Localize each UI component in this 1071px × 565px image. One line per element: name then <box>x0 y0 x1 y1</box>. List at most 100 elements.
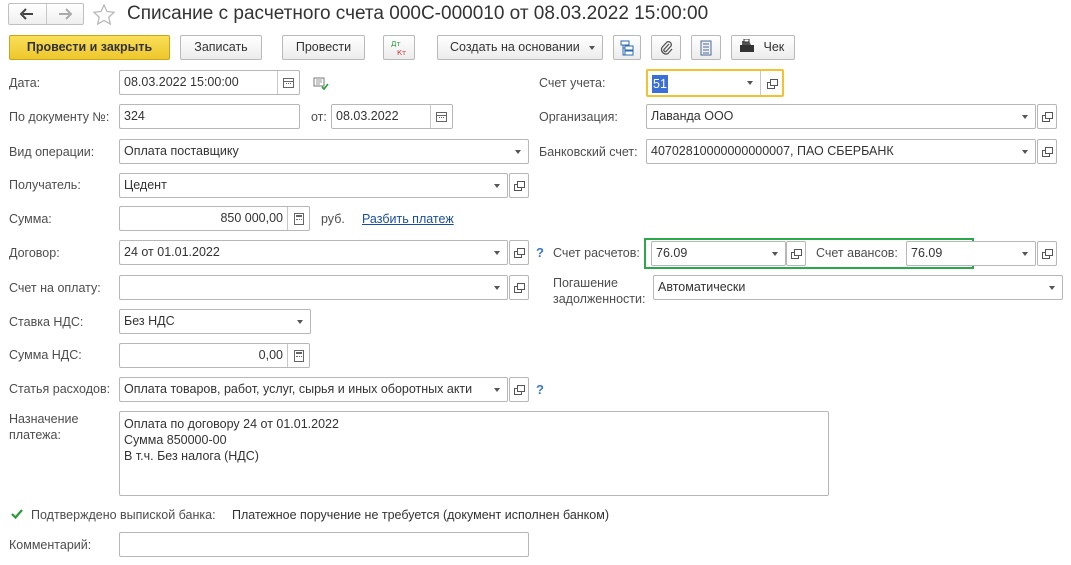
invoice-dropdown[interactable] <box>487 276 507 299</box>
amount-input[interactable]: 850 000,00 <box>119 206 310 231</box>
chevron-down-icon <box>494 285 500 290</box>
bank-account-open-button[interactable] <box>1037 139 1057 164</box>
debt-repayment-select[interactable]: Автоматически <box>653 275 1063 300</box>
debt-repayment-label-line2: задолженности: <box>553 292 646 306</box>
chevron-down-icon <box>1049 285 1055 290</box>
contract-open-button[interactable] <box>509 240 529 265</box>
currency-label: руб. <box>321 212 345 226</box>
payment-purpose-textarea[interactable]: Оплата по договору 24 от 01.01.2022 Сумм… <box>119 411 829 496</box>
amount-label: Сумма: <box>9 212 52 226</box>
doc-from-date-value: 08.03.2022 <box>336 109 399 123</box>
organization-open-button[interactable] <box>1037 104 1057 129</box>
dt-kt-top: Дт <box>391 40 401 48</box>
bank-confirmed-checkbox[interactable] <box>10 507 24 521</box>
structure-button[interactable] <box>613 35 641 60</box>
contract-select[interactable]: 24 от 01.01.2022 <box>119 240 508 265</box>
chevron-down-icon <box>297 319 303 324</box>
expense-item-value: Оплата товаров, работ, услуг, сырья и ин… <box>124 382 473 396</box>
settlement-account-dropdown[interactable] <box>765 242 785 265</box>
save-button[interactable]: Записать <box>180 35 262 60</box>
debt-repayment-label-line1: Погашение <box>553 276 618 290</box>
chevron-down-icon <box>747 81 753 85</box>
comment-input[interactable] <box>119 532 529 557</box>
post-button[interactable]: Провести <box>282 35 365 60</box>
vat-amount-calculator-button[interactable] <box>287 344 309 367</box>
chevron-down-icon <box>589 46 595 50</box>
vat-rate-dropdown[interactable] <box>290 310 310 333</box>
recipient-select[interactable]: Цедент <box>119 173 508 198</box>
organization-select[interactable]: Лаванда ООО <box>646 104 1036 129</box>
doc-number-input[interactable]: 324 <box>119 104 300 129</box>
expense-item-dropdown[interactable] <box>487 378 507 401</box>
expense-item-select[interactable]: Оплата товаров, работ, услуг, сырья и ин… <box>119 377 508 402</box>
contract-dropdown[interactable] <box>487 241 507 264</box>
settlement-account-open-button[interactable] <box>786 241 806 266</box>
receipt-button[interactable]: Чек <box>731 35 795 60</box>
invoice-open-button[interactable] <box>509 275 529 300</box>
chevron-down-icon <box>494 387 500 392</box>
dt-kt-button[interactable]: Дт Кт <box>383 35 415 60</box>
payment-purpose-label-line2: платежа: <box>9 428 61 442</box>
open-icon <box>1042 112 1053 122</box>
comment-value <box>120 533 528 556</box>
vat-rate-select[interactable]: Без НДС <box>119 309 311 334</box>
doc-number-value: 324 <box>124 109 145 123</box>
print-list-button[interactable] <box>691 35 721 60</box>
bank-account-dropdown[interactable] <box>1015 140 1035 163</box>
doc-from-calendar-button[interactable] <box>430 105 452 128</box>
settlement-account-select[interactable]: 76.09 <box>651 241 786 266</box>
account-dropdown[interactable] <box>740 71 760 95</box>
advance-account-dropdown[interactable] <box>1015 242 1035 265</box>
advance-account-select[interactable]: 76.09 <box>906 241 1036 266</box>
operation-type-select[interactable]: Оплата поставщику <box>119 139 529 164</box>
attachments-button[interactable] <box>651 35 681 60</box>
account-label: Счет учета: <box>539 76 606 90</box>
contract-value: 24 от 01.01.2022 <box>124 245 220 259</box>
doc-from-date-field[interactable]: 08.03.2022 <box>331 104 453 129</box>
invoice-label: Счет на оплату: <box>9 281 101 295</box>
history-icon[interactable] <box>313 77 329 91</box>
account-open-button[interactable] <box>760 71 782 95</box>
advance-account-open-button[interactable] <box>1037 241 1057 266</box>
open-icon <box>514 181 525 191</box>
document-list-icon <box>700 40 712 56</box>
operation-type-value: Оплата поставщику <box>124 144 239 158</box>
account-value: 51 <box>652 75 668 93</box>
vat-rate-value: Без НДС <box>124 314 175 328</box>
date-field[interactable]: 08.03.2022 15:00:00 <box>119 70 300 95</box>
calendar-icon <box>436 111 447 122</box>
bank-confirmed-note: Платежное поручение не требуется (докуме… <box>232 508 609 522</box>
contract-help-icon[interactable]: ? <box>536 245 544 260</box>
invoice-select[interactable] <box>119 275 508 300</box>
bank-confirmed-label[interactable]: Подтверждено выпиской банка: <box>31 508 216 523</box>
chevron-down-icon <box>1022 251 1028 256</box>
organization-dropdown[interactable] <box>1015 105 1035 128</box>
recipient-open-button[interactable] <box>509 173 529 198</box>
calendar-button[interactable] <box>277 71 299 94</box>
debt-repayment-dropdown[interactable] <box>1042 276 1062 299</box>
vat-amount-input[interactable]: 0,00 <box>119 343 310 368</box>
forward-button[interactable] <box>47 4 84 24</box>
split-payment-link[interactable]: Разбить платеж <box>362 212 454 226</box>
expense-item-open-button[interactable] <box>509 377 529 402</box>
operation-type-label: Вид операции: <box>9 145 95 159</box>
contract-label: Договор: <box>9 246 60 260</box>
dt-kt-icon: Дт Кт <box>391 40 406 57</box>
post-and-close-button[interactable]: Провести и закрыть <box>9 35 170 60</box>
operation-type-dropdown[interactable] <box>508 140 528 163</box>
create-based-on-label: Создать на основании <box>450 40 580 54</box>
bank-account-value: 40702810000000000007, ПАО СБЕРБАНК <box>651 144 894 158</box>
amount-calculator-button[interactable] <box>287 207 309 230</box>
expense-item-help-icon[interactable]: ? <box>536 382 544 397</box>
back-button[interactable] <box>9 4 47 24</box>
advance-account-label: Счет авансов: <box>816 246 898 260</box>
debt-repayment-value: Автоматически <box>658 280 746 294</box>
account-select[interactable]: 51 <box>646 69 784 97</box>
favorite-star-icon[interactable] <box>93 4 115 25</box>
payment-purpose-label-line1: Назначение <box>9 412 79 426</box>
settlement-account-label: Счет расчетов: <box>553 246 640 260</box>
bank-account-select[interactable]: 40702810000000000007, ПАО СБЕРБАНК <box>646 139 1036 164</box>
chevron-down-icon <box>1022 114 1028 119</box>
create-based-on-button[interactable]: Создать на основании <box>437 35 603 60</box>
recipient-dropdown[interactable] <box>487 174 507 197</box>
